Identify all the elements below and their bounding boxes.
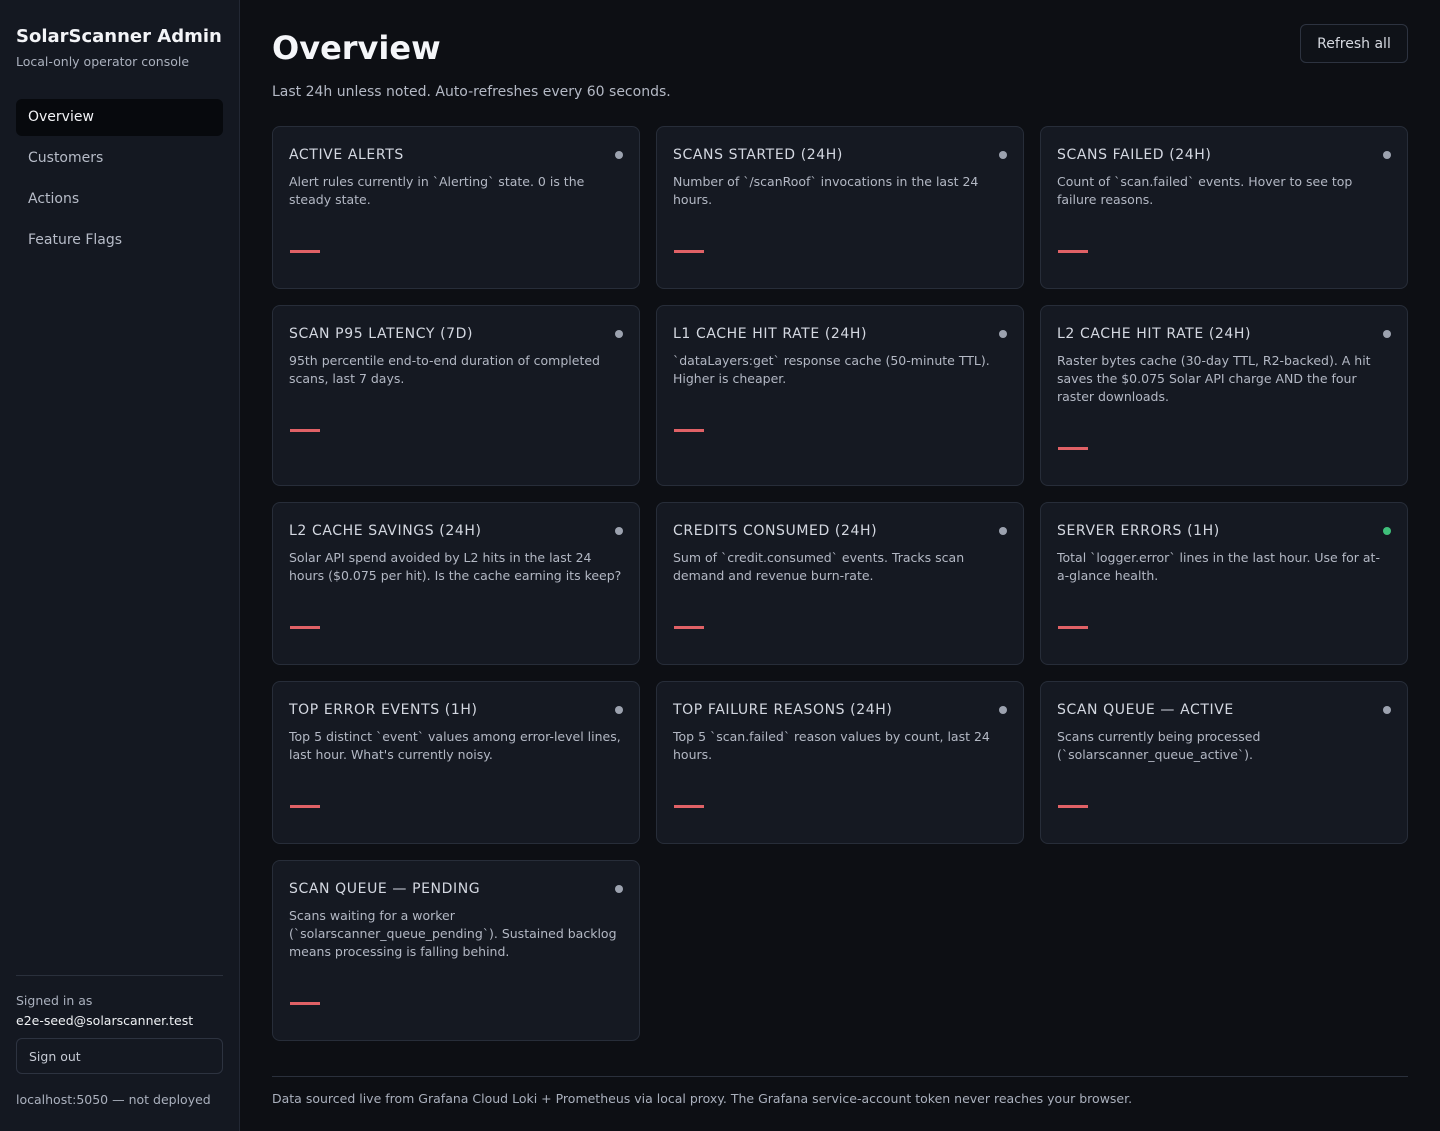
sidebar: SolarScanner Admin Local-only operator c… — [0, 0, 240, 1131]
empty-value-dash — [290, 805, 320, 808]
page-footer: Data sourced live from Grafana Cloud Lok… — [272, 1076, 1408, 1106]
card-title: TOP ERROR EVENTS (1H) — [289, 702, 478, 718]
metric-card-l1-cache-hit-rate[interactable]: L1 CACHE HIT RATE (24H) `dataLayers:get`… — [656, 305, 1024, 486]
metric-card-scans-started[interactable]: SCANS STARTED (24H) Number of `/scanRoof… — [656, 126, 1024, 289]
card-description: Total `logger.error` lines in the last h… — [1057, 550, 1380, 583]
card-description: Top 5 distinct `event` values among erro… — [289, 729, 621, 762]
card-title: SCANS FAILED (24H) — [1057, 147, 1212, 163]
empty-value-dash — [1058, 626, 1088, 629]
status-dot-icon — [615, 330, 623, 338]
app-subtitle: Local-only operator console — [16, 54, 190, 69]
card-title: L2 CACHE SAVINGS (24H) — [289, 523, 482, 539]
metric-card-top-error-events[interactable]: TOP ERROR EVENTS (1H) Top 5 distinct `ev… — [272, 681, 640, 844]
empty-value-dash — [290, 626, 320, 629]
sidebar-item-overview[interactable]: Overview — [16, 99, 223, 136]
environment-label: localhost:5050 — not deployed — [16, 1092, 211, 1107]
metric-card-top-failure-reasons[interactable]: TOP FAILURE REASONS (24H) Top 5 `scan.fa… — [656, 681, 1024, 844]
page-header: Overview Refresh all — [272, 24, 1408, 71]
status-dot-icon — [999, 330, 1007, 338]
status-dot-icon — [615, 151, 623, 159]
page-title: Overview — [272, 29, 441, 67]
status-dot-icon — [1383, 527, 1391, 535]
sidebar-nav: Overview Customers Actions Feature Flags — [16, 99, 223, 259]
metric-card-active-alerts[interactable]: ACTIVE ALERTS Alert rules currently in `… — [272, 126, 640, 289]
sign-out-button[interactable]: Sign out — [16, 1038, 223, 1074]
card-description: Raster bytes cache (30-day TTL, R2-backe… — [1057, 353, 1371, 404]
metrics-grid: ACTIVE ALERTS Alert rules currently in `… — [272, 126, 1408, 1041]
card-description: Sum of `credit.consumed` events. Tracks … — [673, 550, 965, 583]
empty-value-dash — [1058, 250, 1088, 253]
card-description: 95th percentile end-to-end duration of c… — [289, 353, 600, 386]
card-description: `dataLayers:get` response cache (50-minu… — [673, 353, 990, 386]
metric-card-scan-queue-pending[interactable]: SCAN QUEUE — PENDING Scans waiting for a… — [272, 860, 640, 1041]
status-dot-icon — [999, 527, 1007, 535]
status-dot-icon — [999, 151, 1007, 159]
card-description: Scans currently being processed (`solars… — [1057, 729, 1261, 762]
card-description: Number of `/scanRoof` invocations in the… — [673, 174, 979, 207]
card-title: CREDITS CONSUMED (24H) — [673, 523, 878, 539]
status-dot-icon — [615, 706, 623, 714]
app-title: SolarScanner Admin — [16, 26, 222, 47]
empty-value-dash — [1058, 447, 1088, 450]
card-title: SCAN QUEUE — ACTIVE — [1057, 702, 1234, 718]
status-dot-icon — [1383, 706, 1391, 714]
main-content: Overview Refresh all Last 24h unless not… — [240, 0, 1440, 1131]
metric-card-scan-p95-latency[interactable]: SCAN P95 LATENCY (7D) 95th percentile en… — [272, 305, 640, 486]
card-title: ACTIVE ALERTS — [289, 147, 404, 163]
empty-value-dash — [674, 250, 704, 253]
card-description: Scans waiting for a worker (`solarscanne… — [289, 908, 617, 959]
status-dot-icon — [615, 885, 623, 893]
card-description: Alert rules currently in `Alerting` stat… — [289, 174, 585, 207]
card-title: SERVER ERRORS (1H) — [1057, 523, 1220, 539]
refresh-all-button[interactable]: Refresh all — [1300, 24, 1408, 63]
metric-card-scans-failed[interactable]: SCANS FAILED (24H) Count of `scan.failed… — [1040, 126, 1408, 289]
card-description: Solar API spend avoided by L2 hits in th… — [289, 550, 622, 583]
signed-in-label: Signed in as — [16, 993, 93, 1008]
card-title: SCAN QUEUE — PENDING — [289, 881, 481, 897]
empty-value-dash — [290, 1002, 320, 1005]
card-title: TOP FAILURE REASONS (24H) — [673, 702, 893, 718]
empty-value-dash — [674, 429, 704, 432]
session-panel: Signed in as e2e-seed@solarscanner.test … — [16, 975, 223, 1107]
card-title: L1 CACHE HIT RATE (24H) — [673, 326, 868, 342]
metric-card-l2-cache-hit-rate[interactable]: L2 CACHE HIT RATE (24H) Raster bytes cac… — [1040, 305, 1408, 486]
card-title: SCANS STARTED (24H) — [673, 147, 843, 163]
empty-value-dash — [674, 626, 704, 629]
metric-card-l2-cache-savings[interactable]: L2 CACHE SAVINGS (24H) Solar API spend a… — [272, 502, 640, 665]
status-dot-icon — [1383, 151, 1391, 159]
status-dot-icon — [1383, 330, 1391, 338]
status-dot-icon — [615, 527, 623, 535]
empty-value-dash — [290, 429, 320, 432]
empty-value-dash — [290, 250, 320, 253]
status-dot-icon — [999, 706, 1007, 714]
card-title: L2 CACHE HIT RATE (24H) — [1057, 326, 1252, 342]
metric-card-credits-consumed[interactable]: CREDITS CONSUMED (24H) Sum of `credit.co… — [656, 502, 1024, 665]
card-description: Top 5 `scan.failed` reason values by cou… — [673, 729, 990, 762]
metric-card-scan-queue-active[interactable]: SCAN QUEUE — ACTIVE Scans currently bein… — [1040, 681, 1408, 844]
signed-in-email: e2e-seed@solarscanner.test — [16, 1013, 194, 1028]
sidebar-item-customers[interactable]: Customers — [16, 140, 223, 177]
metric-card-server-errors[interactable]: SERVER ERRORS (1H) Total `logger.error` … — [1040, 502, 1408, 665]
empty-value-dash — [1058, 805, 1088, 808]
card-description: Count of `scan.failed` events. Hover to … — [1057, 174, 1353, 207]
sidebar-item-feature-flags[interactable]: Feature Flags — [16, 222, 223, 259]
page-subtitle: Last 24h unless noted. Auto-refreshes ev… — [272, 84, 671, 100]
card-title: SCAN P95 LATENCY (7D) — [289, 326, 474, 342]
empty-value-dash — [674, 805, 704, 808]
sidebar-item-actions[interactable]: Actions — [16, 181, 223, 218]
